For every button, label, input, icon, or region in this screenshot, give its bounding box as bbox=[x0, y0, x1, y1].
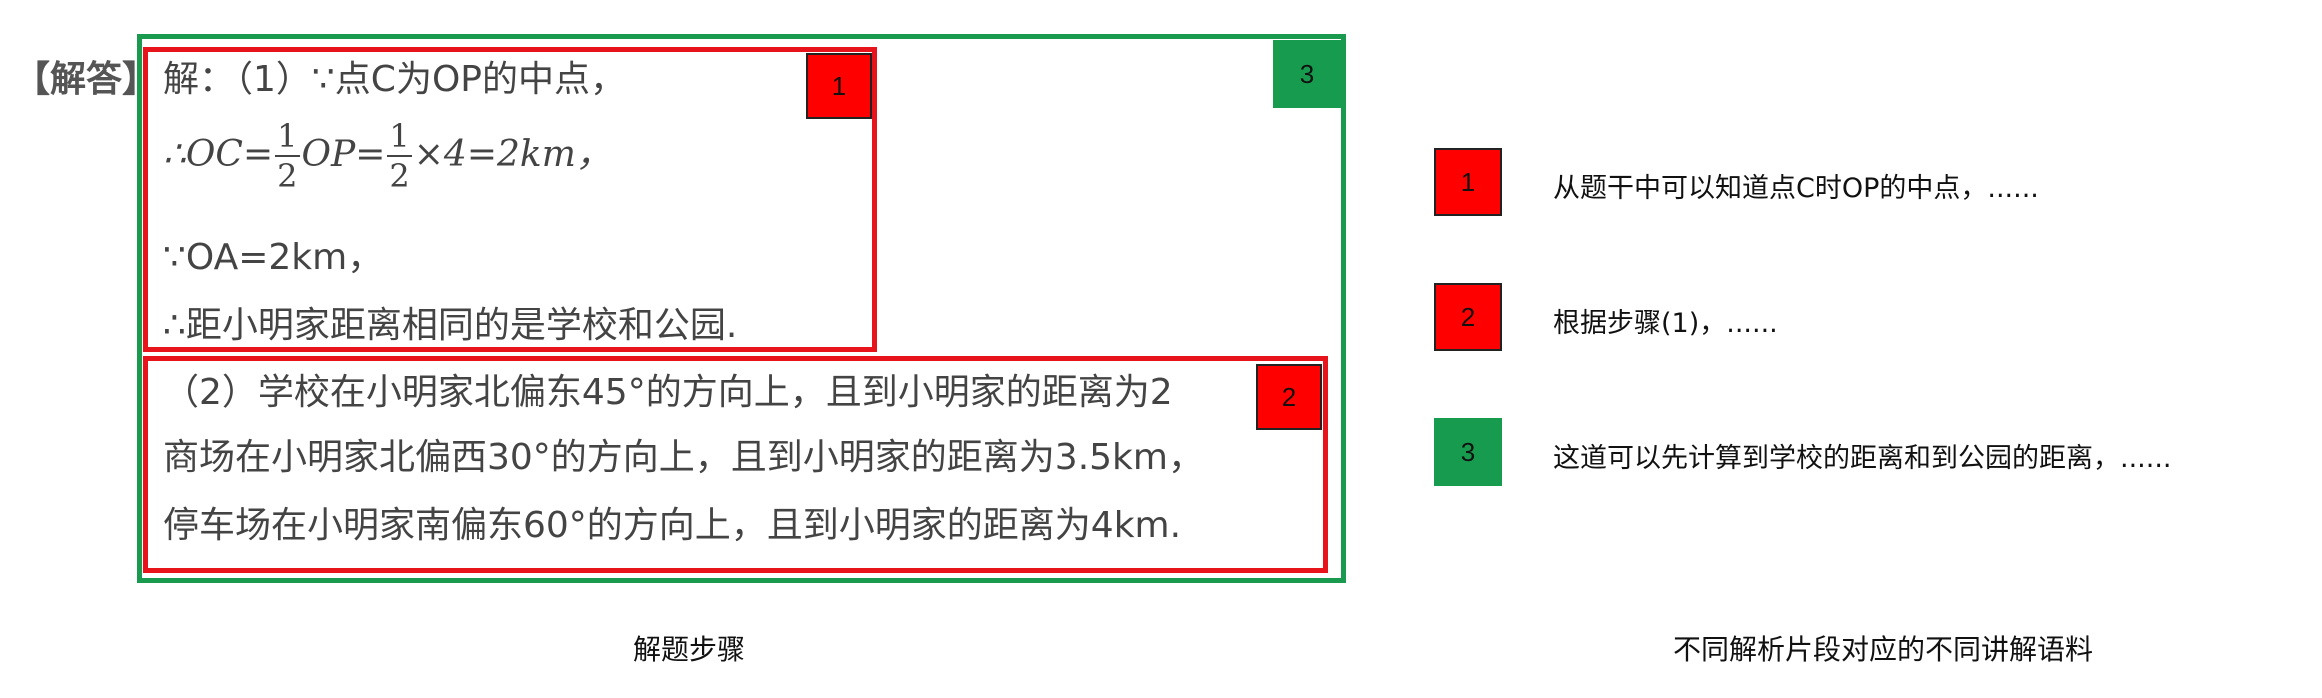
legend-badge-1: 1 bbox=[1434, 148, 1502, 216]
solution-line-7: 停车场在小明家南偏东60°的方向上，且到小明家的距离为4km. bbox=[163, 505, 1182, 546]
legend-text-1: 从题干中可以知道点C时OP的中点，...... bbox=[1553, 173, 2039, 204]
solution-line-2: ∴OC= 1 2 OP= 1 2 ×4=2km， bbox=[163, 117, 612, 195]
fraction-1: 12 bbox=[275, 117, 300, 195]
caption-solution-steps: 解题步骤 bbox=[633, 633, 746, 666]
step-2-badge: 2 bbox=[1256, 364, 1322, 430]
solution-line-5: （2）学校在小明家北偏东45°的方向上，且到小明家的距离为2 bbox=[163, 372, 1173, 413]
step-1-badge: 1 bbox=[806, 53, 872, 119]
legend-text-2: 根据步骤(1)，...... bbox=[1553, 308, 1778, 339]
legend-text-3: 这道可以先计算到学校的距离和到公园的距离，...... bbox=[1553, 443, 2172, 474]
caption-explanation-corpus: 不同解析片段对应的不同讲解语料 bbox=[1673, 633, 2094, 666]
solution-line-3: ∵OA=2km， bbox=[163, 237, 384, 278]
solution-line-6: 商场在小明家北偏西30°的方向上，且到小明家的距离为3.5km， bbox=[163, 437, 1204, 478]
solution-line-4: ∴距小明家距离相同的是学校和公园. bbox=[163, 305, 738, 346]
step-3-badge: 3 bbox=[1273, 40, 1341, 108]
legend-badge-3: 3 bbox=[1434, 418, 1502, 486]
solution-line-1: 解：（1）∵点C为OP的中点， bbox=[163, 59, 626, 100]
fraction-2: 12 bbox=[387, 117, 412, 195]
legend-badge-2: 2 bbox=[1434, 283, 1502, 351]
